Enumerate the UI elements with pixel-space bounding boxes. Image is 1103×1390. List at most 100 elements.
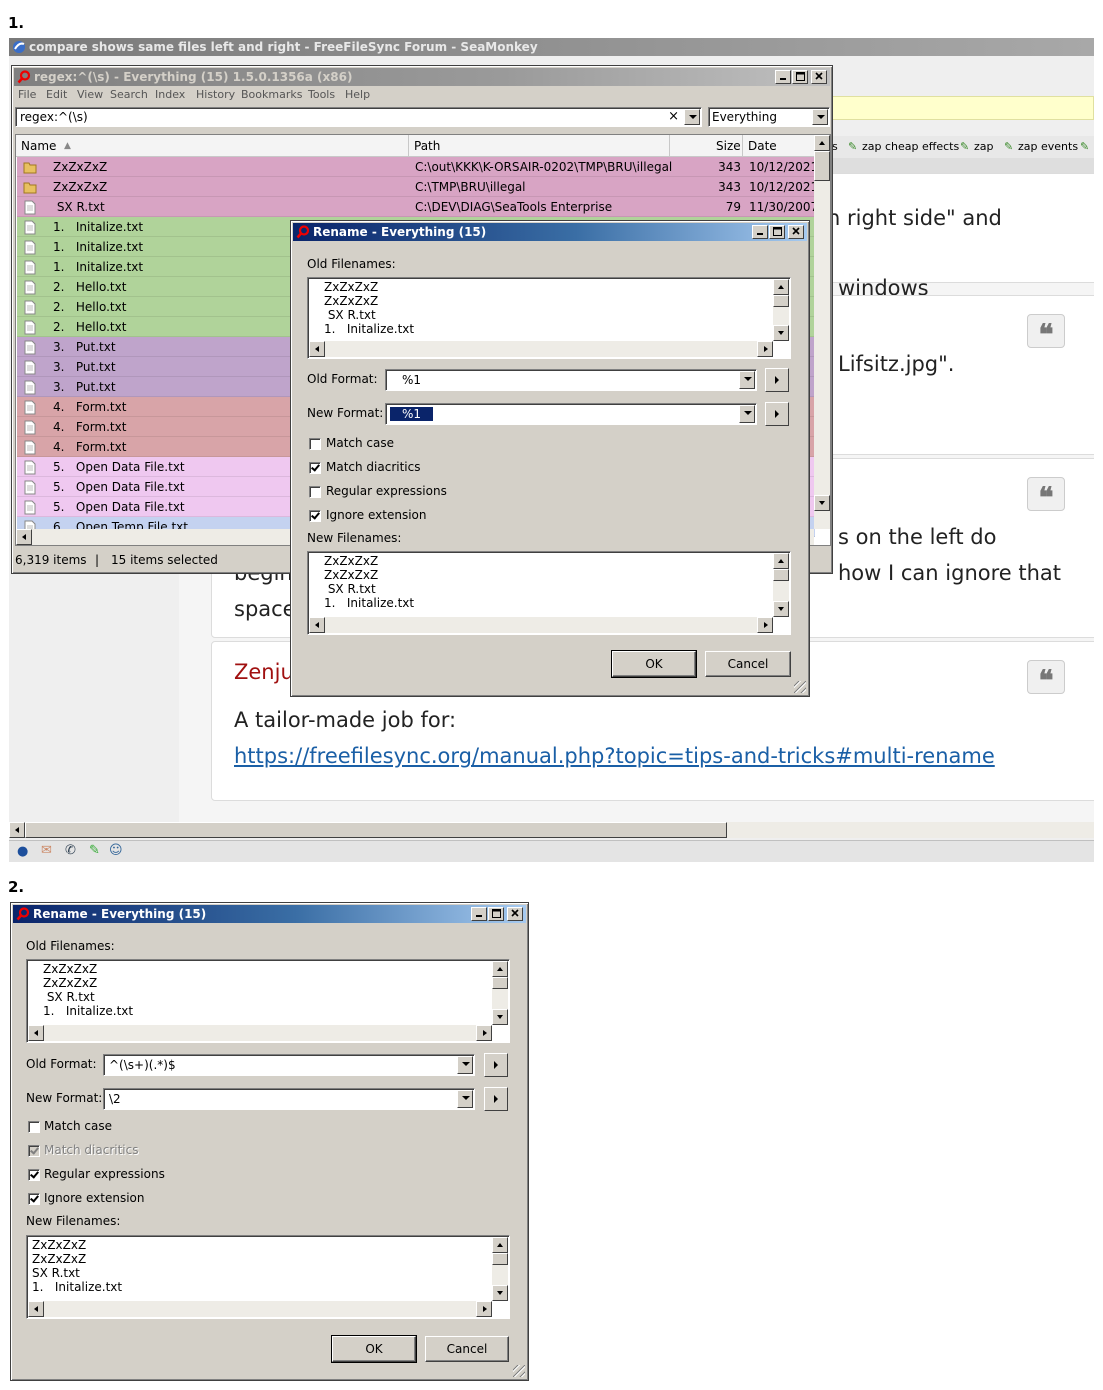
maximize-button[interactable]: [488, 907, 504, 921]
new-filenames-list[interactable]: ZxZxZxZ ZxZxZxZ SX R.txt 1. Initalize.tx…: [307, 551, 791, 635]
table-row[interactable]: ZxZxZxZ C:\out\KKK\K-ORSAIR-0202\TMP\BRU\…: [17, 157, 815, 177]
resize-grip-icon[interactable]: [513, 1365, 525, 1377]
quote-icon[interactable]: ❝: [1027, 477, 1065, 514]
new-format-input[interactable]: %1: [385, 403, 757, 425]
regular-expressions-checkbox[interactable]: [309, 486, 321, 498]
old-format-dropdown[interactable]: [457, 1056, 473, 1074]
bookmark-item[interactable]: zap cheap effects: [862, 136, 959, 158]
minimize-button[interactable]: [471, 907, 487, 921]
table-row[interactable]: SX R.txt C:\DEV\DIAG\SeaTools Enterprise 7…: [17, 197, 815, 217]
post-link[interactable]: https://freefilesync.org/manual.php?topi…: [234, 744, 995, 768]
old-format-input[interactable]: %1: [385, 369, 757, 391]
vscroll[interactable]: [492, 961, 508, 1025]
regular-expressions-checkbox[interactable]: [28, 1169, 40, 1181]
column-path[interactable]: Path: [414, 135, 440, 157]
vscroll[interactable]: [773, 553, 789, 617]
vscroll-thumb[interactable]: [814, 151, 830, 181]
menu-index[interactable]: Index: [155, 88, 185, 101]
column-size[interactable]: Size: [716, 135, 741, 157]
match-case-label[interactable]: Match case: [44, 1119, 112, 1133]
everything-title-bar[interactable]: regex:^(\s) - Everything (15) 1.5.0.1356…: [14, 68, 830, 86]
rename-title-bar[interactable]: Rename - Everything (15): [293, 223, 807, 241]
menu-help[interactable]: Help: [345, 88, 370, 101]
old-format-menu-button[interactable]: [484, 1053, 508, 1077]
search-history-dropdown[interactable]: [684, 109, 700, 125]
new-format-dropdown[interactable]: [739, 405, 755, 423]
match-case-checkbox[interactable]: [28, 1121, 40, 1133]
menu-edit[interactable]: Edit: [46, 88, 67, 101]
bookmark-item[interactable]: zap events: [1018, 136, 1078, 158]
match-diacritics-checkbox[interactable]: [309, 462, 321, 474]
post-text: how I can ignore that: [838, 561, 1062, 585]
ignore-extension-label[interactable]: Ignore extension: [44, 1191, 144, 1205]
old-filenames-list[interactable]: ZxZxZxZ ZxZxZxZ SX R.txt 1. Initalize.tx…: [307, 277, 791, 359]
ok-button[interactable]: OK: [331, 1335, 417, 1363]
post-text: A tailor-made job for:: [234, 708, 457, 732]
clear-icon[interactable]: ×: [668, 109, 679, 124]
close-button[interactable]: [811, 70, 827, 84]
match-case-label[interactable]: Match case: [326, 436, 394, 450]
new-format-menu-button[interactable]: [484, 1087, 508, 1111]
new-format-menu-button[interactable]: [765, 402, 789, 426]
hscroll[interactable]: [309, 617, 773, 633]
quote-icon[interactable]: ❝: [1027, 660, 1065, 697]
minimize-button[interactable]: [775, 70, 791, 84]
table-row[interactable]: ZxZxZxZ C:\TMP\BRU\illegal 343 10/12/2021: [17, 177, 815, 197]
regular-expressions-label[interactable]: Regular expressions: [326, 484, 447, 498]
menu-bookmarks[interactable]: Bookmarks: [241, 88, 302, 101]
file-icon: [23, 300, 37, 315]
minimize-button[interactable]: [752, 225, 768, 239]
cancel-button[interactable]: Cancel: [425, 1336, 509, 1362]
list-vscroll[interactable]: [814, 135, 830, 529]
row-size: 343: [718, 180, 741, 194]
list-item: 1. Initalize.txt: [324, 596, 415, 610]
globe-icon[interactable]: ●: [17, 844, 28, 859]
close-button[interactable]: [788, 225, 804, 239]
ok-button[interactable]: OK: [611, 650, 697, 678]
new-format-input[interactable]: \2: [103, 1088, 475, 1110]
match-case-checkbox[interactable]: [309, 438, 321, 450]
hscroll-thumb[interactable]: [25, 822, 727, 838]
regular-expressions-label[interactable]: Regular expressions: [44, 1167, 165, 1181]
bookmark-item[interactable]: zap: [974, 136, 994, 158]
filter-dropdown[interactable]: [812, 109, 828, 125]
everything-title: regex:^(\s) - Everything (15) 1.5.0.1356…: [34, 70, 353, 84]
maximize-button[interactable]: [792, 70, 808, 84]
post-author[interactable]: Zenju: [234, 660, 294, 684]
hscroll[interactable]: [28, 1025, 492, 1041]
mail-icon[interactable]: ✉: [41, 843, 52, 858]
resize-grip-icon[interactable]: [794, 681, 806, 693]
chat-icon[interactable]: ☺: [109, 843, 123, 858]
menu-tools[interactable]: Tools: [308, 88, 335, 101]
old-filenames-list[interactable]: ZxZxZxZ ZxZxZxZ SX R.txt 1. Initalize.tx…: [26, 959, 510, 1043]
close-button[interactable]: [507, 907, 523, 921]
menu-file[interactable]: File: [18, 88, 36, 101]
ignore-extension-checkbox[interactable]: [309, 510, 321, 522]
filter-select[interactable]: Everything: [708, 107, 830, 127]
old-format-input[interactable]: ^(\s+)(.*)$: [103, 1054, 475, 1076]
menu-history[interactable]: History: [196, 88, 235, 101]
bookmark-icon: ✎: [848, 140, 858, 153]
new-filenames-list[interactable]: ZxZxZxZ ZxZxZxZ SX R.txt 1. Initalize.tx…: [26, 1235, 510, 1319]
hscroll[interactable]: [309, 341, 773, 357]
browser-hscroll[interactable]: [9, 822, 1094, 838]
hscroll[interactable]: [28, 1301, 492, 1317]
search-input[interactable]: regex:^(\s) ×: [15, 107, 702, 127]
vscroll[interactable]: [773, 279, 789, 341]
old-format-dropdown[interactable]: [739, 371, 755, 389]
composer-icon[interactable]: ✎: [89, 843, 100, 858]
old-format-menu-button[interactable]: [765, 368, 789, 392]
match-diacritics-label[interactable]: Match diacritics: [326, 460, 421, 474]
vscroll[interactable]: [492, 1237, 508, 1301]
ignore-extension-checkbox[interactable]: [28, 1193, 40, 1205]
menu-search[interactable]: Search: [110, 88, 148, 101]
new-format-dropdown[interactable]: [457, 1090, 473, 1108]
rename-title-bar[interactable]: Rename - Everything (15): [13, 905, 526, 923]
cancel-button[interactable]: Cancel: [705, 651, 791, 677]
addressbook-icon[interactable]: ✆: [65, 843, 76, 858]
menu-view[interactable]: View: [77, 88, 103, 101]
quote-icon[interactable]: ❝: [1027, 314, 1065, 351]
maximize-button[interactable]: [769, 225, 785, 239]
column-name[interactable]: Name: [21, 135, 56, 157]
ignore-extension-label[interactable]: Ignore extension: [326, 508, 426, 522]
